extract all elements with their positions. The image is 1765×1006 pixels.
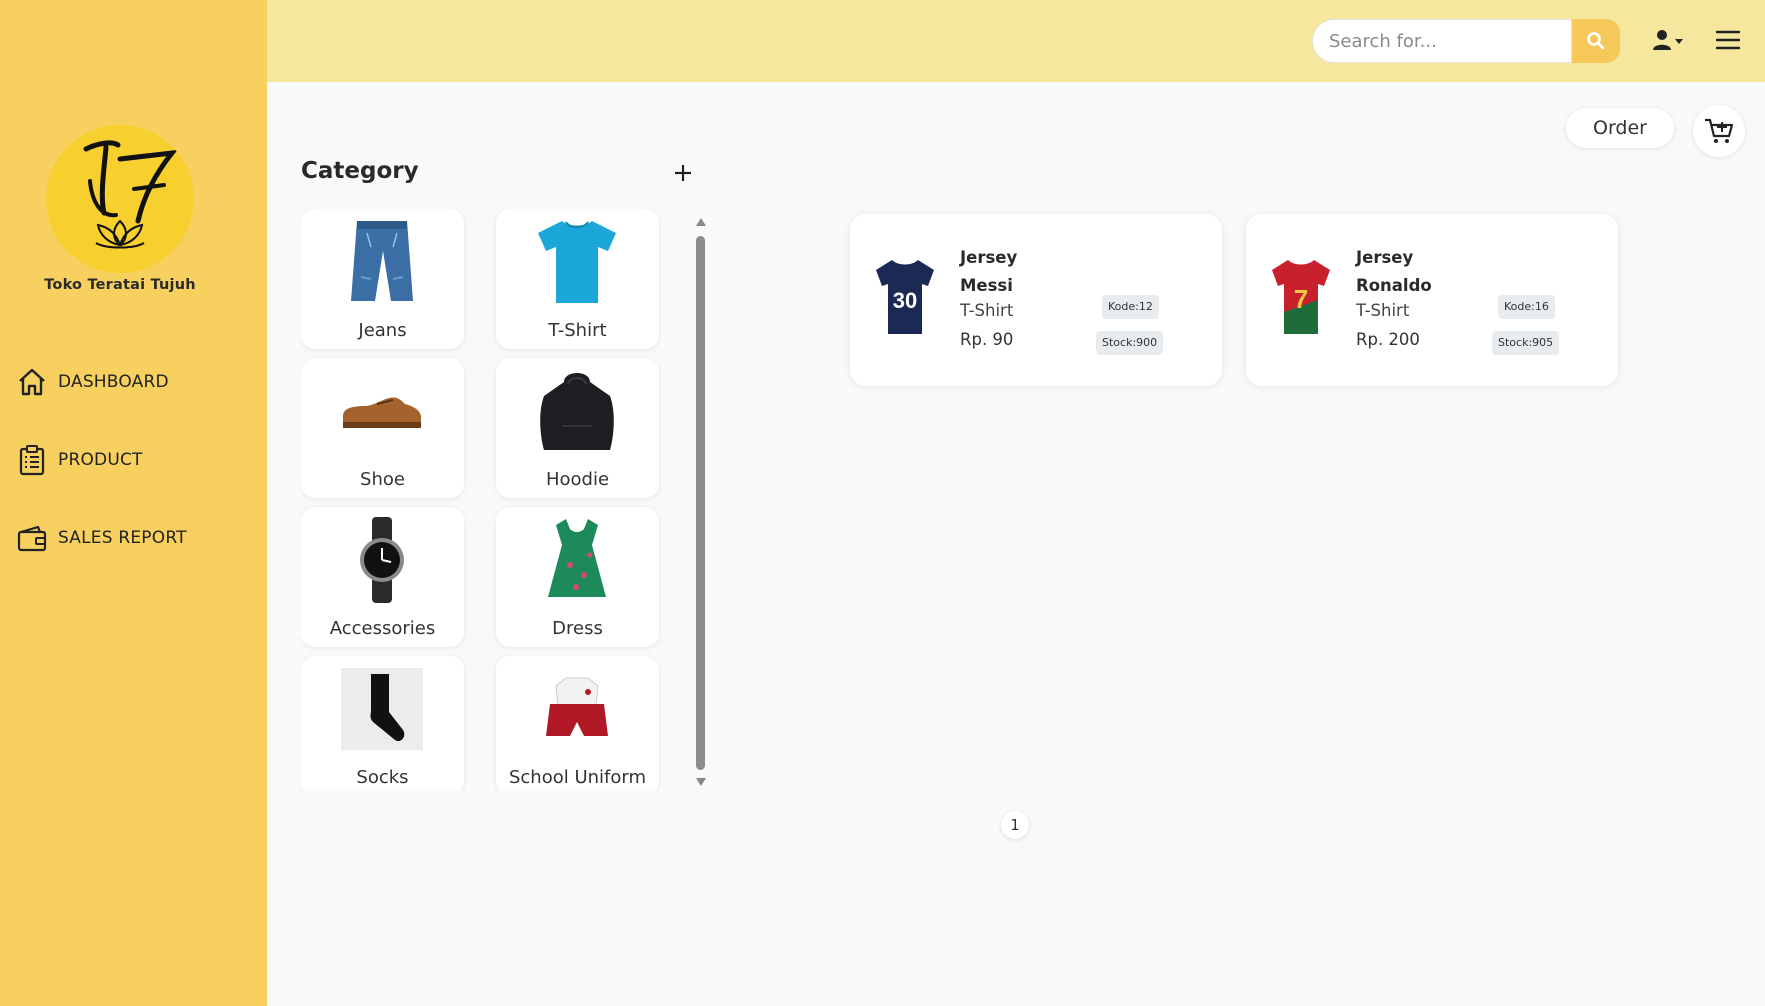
product-stock-badge: Stock:900 <box>1096 331 1164 355</box>
plus-icon <box>675 165 691 181</box>
order-button[interactable]: Order <box>1566 108 1674 148</box>
product-name: Jersey Ronaldo <box>1356 248 1432 295</box>
scroll-thumb[interactable] <box>696 236 705 770</box>
category-card-dress[interactable]: Dress <box>496 507 659 647</box>
sidebar-item-dashboard[interactable]: DASHBOARD <box>16 364 187 400</box>
category-grid: Jeans T-Shirt Shoe Hoodie Accessories Dr… <box>301 209 661 791</box>
product-category: T-Shirt <box>960 301 1014 320</box>
logo-icon <box>46 125 194 273</box>
jeans-icon <box>351 221 413 301</box>
category-label: School Uniform <box>508 767 647 788</box>
product-category: T-Shirt <box>1356 301 1410 320</box>
dress-icon <box>548 519 606 597</box>
cart-plus-icon <box>1705 118 1734 143</box>
hoodie-icon <box>540 373 614 450</box>
category-label: Socks <box>356 767 409 788</box>
scroll-down-arrow-icon[interactable] <box>696 778 706 786</box>
product-price: Rp. 90 <box>960 330 1014 349</box>
category-card-socks[interactable]: Socks <box>301 656 464 791</box>
product-price: Rp. 200 <box>1356 330 1420 349</box>
clipboard-icon <box>19 445 45 476</box>
user-menu-button[interactable] <box>1650 26 1690 56</box>
category-title: Category <box>301 158 419 184</box>
category-card-shoe[interactable]: Shoe <box>301 358 464 498</box>
product-card-jersey-messi[interactable]: 30 Jersey Messi T-Shirt Rp. 90 Kode:12 S… <box>850 214 1222 386</box>
top-bar <box>267 0 1765 82</box>
category-label: Hoodie <box>545 469 610 490</box>
add-category-button[interactable] <box>670 160 696 186</box>
caret-down-icon <box>1675 39 1683 44</box>
category-card-hoodie[interactable]: Hoodie <box>496 358 659 498</box>
search-input[interactable] <box>1312 19 1572 63</box>
jersey-image: 30 <box>876 260 934 334</box>
product-code-badge: Kode:16 <box>1498 295 1555 319</box>
product-code-badge: Kode:12 <box>1102 295 1159 319</box>
category-card-jeans[interactable]: Jeans <box>301 209 464 349</box>
category-label: Shoe <box>360 469 405 490</box>
search-icon <box>1587 32 1605 50</box>
jersey-image: 7 <box>1272 260 1330 334</box>
product-card-jersey-ronaldo[interactable]: 7 Jersey Ronaldo T-Shirt Rp. 200 Kode:16… <box>1246 214 1618 386</box>
shoe-icon <box>343 397 421 428</box>
category-scrollbar[interactable] <box>694 218 708 786</box>
tshirt-icon <box>538 221 616 303</box>
sidebar: Toko Teratai Tujuh DASHBOARD PRODUCT SAL… <box>0 0 267 1006</box>
brand-name: Toko Teratai Tujuh <box>44 277 196 293</box>
socks-icon <box>341 668 423 750</box>
user-icon <box>1653 30 1683 50</box>
category-label: T-Shirt <box>548 320 607 341</box>
hamburger-icon <box>1715 30 1741 50</box>
sidebar-item-label: SALES REPORT <box>58 528 187 548</box>
jersey-number: 7 <box>1294 284 1308 314</box>
category-card-accessories[interactable]: Accessories <box>301 507 464 647</box>
brand-logo[interactable]: Toko Teratai Tujuh <box>0 125 240 293</box>
product-name: Jersey Messi <box>960 248 1018 295</box>
cart-button[interactable] <box>1693 105 1745 157</box>
category-card-tshirt[interactable]: T-Shirt <box>496 209 659 349</box>
watch-icon <box>360 517 404 603</box>
category-label: Accessories <box>329 618 436 639</box>
category-label: Jeans <box>358 320 407 341</box>
jersey-number: 30 <box>893 288 917 313</box>
product-stock-badge: Stock:905 <box>1492 331 1560 355</box>
sidebar-item-sales-report[interactable]: SALES REPORT <box>16 520 187 556</box>
home-icon <box>19 368 45 396</box>
scroll-up-arrow-icon[interactable] <box>696 218 706 226</box>
pagination-page-button[interactable]: 1 <box>1001 811 1029 839</box>
category-card-school-uniform[interactable]: School Uniform <box>496 656 659 791</box>
sidebar-nav: DASHBOARD PRODUCT SALES REPORT <box>16 364 187 598</box>
wallet-icon <box>17 525 47 552</box>
sidebar-item-label: DASHBOARD <box>58 372 169 392</box>
sidebar-item-label: PRODUCT <box>58 450 143 470</box>
hamburger-menu-button[interactable] <box>1714 27 1742 53</box>
sidebar-item-product[interactable]: PRODUCT <box>16 442 187 478</box>
category-label: Dress <box>552 618 603 639</box>
search-button[interactable] <box>1572 19 1620 63</box>
school-uniform-icon <box>546 677 608 736</box>
